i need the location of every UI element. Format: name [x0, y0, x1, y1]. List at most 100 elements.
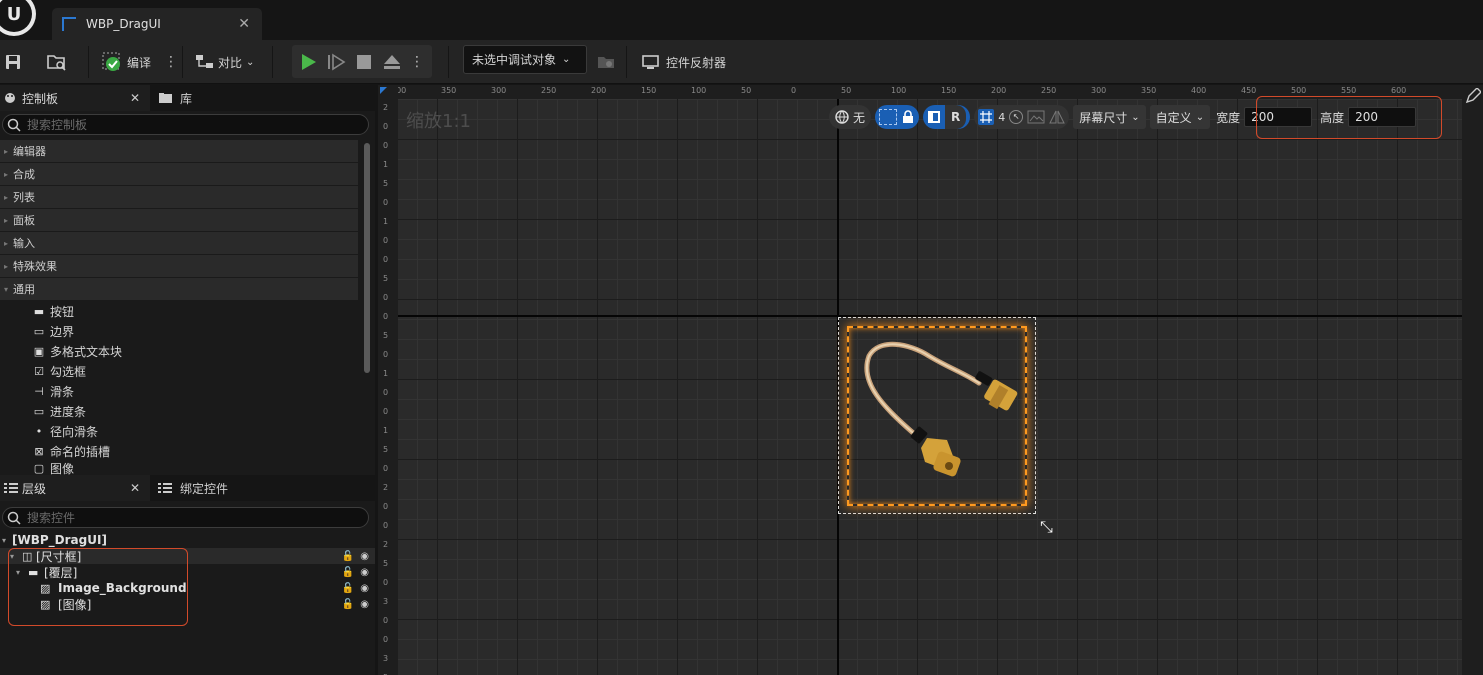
close-icon[interactable]: ✕ — [238, 16, 250, 32]
close-icon[interactable]: ✕ — [130, 481, 140, 495]
ruler-left-tick: 1 — [383, 426, 389, 435]
cursor-icon: ↖ — [1009, 110, 1024, 124]
ruler-corner — [378, 85, 398, 99]
rich-text-icon: ▣ — [33, 344, 45, 358]
palette-item-rich-text[interactable]: ▣ 多格式文本块 — [32, 341, 122, 361]
unreal-logo-icon[interactable]: U — [0, 0, 36, 36]
palette-item-slider[interactable]: ⊣ 滑条 — [32, 381, 74, 401]
category-common[interactable]: ▾ 通用 — [0, 278, 358, 300]
category-panel[interactable]: ▸ 面板 — [0, 209, 358, 231]
button-icon: ▬ — [33, 304, 45, 318]
zoom-label: 缩放1:1 — [406, 111, 471, 132]
asset-tab[interactable]: WBP_DragUI ✕ — [52, 8, 262, 40]
folder-icon — [598, 57, 614, 68]
browse-button[interactable] — [46, 40, 68, 84]
local-toggle[interactable]: R — [923, 105, 971, 129]
ruler-top-tick: 200 — [591, 86, 607, 95]
highlight-annotation-size — [1256, 96, 1442, 139]
widget-blueprint-icon — [62, 17, 76, 31]
checkbox-icon: ☑ — [34, 364, 44, 378]
highlight-annotation — [8, 548, 188, 626]
debug-browse-button[interactable] — [596, 40, 616, 84]
ruler-top-tick: 400 — [398, 86, 407, 95]
palette-search-placeholder: 搜索控制板 — [27, 118, 88, 132]
ruler-left-tick: 0 — [383, 312, 389, 321]
ruler-left-tick: 0 — [383, 198, 389, 207]
palette-item-radial-slider[interactable]: • 径向滑条 — [32, 421, 98, 441]
palette-search-input[interactable]: 搜索控制板 — [2, 114, 369, 135]
resize-handle-icon[interactable]: ⤡ — [1040, 517, 1053, 537]
palette-item-border[interactable]: ▭ 边界 — [32, 321, 74, 341]
chevron-down-icon: ⌄ — [1195, 111, 1205, 123]
world-toggle[interactable]: 无 — [829, 105, 872, 129]
palette-scrollbar[interactable] — [364, 143, 370, 373]
ruler-left-tick: 1 — [383, 369, 389, 378]
image-widget-selection[interactable] — [847, 326, 1027, 506]
palette-item-image[interactable]: ▢ 图像 — [32, 461, 74, 476]
category-list[interactable]: ▸ 列表 — [0, 186, 358, 208]
ruler-left-tick: 1 — [383, 217, 389, 226]
ruler-top-tick: 200 — [991, 86, 1007, 95]
fill-mode-dropdown[interactable]: 自定义 ⌄ — [1149, 105, 1211, 129]
compile-check-icon — [102, 52, 120, 71]
play-icon[interactable] — [298, 52, 318, 72]
ruler-left-tick: 0 — [383, 464, 389, 473]
outline-toggle[interactable] — [875, 105, 920, 129]
category-editor[interactable]: ▸ 编辑器 — [0, 140, 358, 162]
ruler-left-tick: 3 — [383, 654, 389, 663]
tab-palette[interactable]: 控制板 ✕ — [0, 85, 150, 111]
slider-icon: ⊣ — [34, 384, 44, 398]
lock-icon[interactable]: 🔓 — [342, 583, 354, 594]
chevron-right-icon: ▸ — [4, 169, 9, 179]
designer-viewport[interactable]: 4003503002502001501005005010015020025030… — [378, 85, 1462, 675]
category-composite[interactable]: ▸ 合成 — [0, 163, 358, 185]
widget-reflector-button[interactable]: 控件反射器 — [641, 40, 726, 84]
step-icon[interactable] — [326, 52, 346, 72]
eye-icon[interactable]: ◉ — [360, 567, 369, 578]
grid-snap-toggle[interactable]: 4 ↖ — [974, 105, 1070, 129]
hierarchy-search-input[interactable]: 搜索控件 — [2, 507, 369, 528]
ruler-top-tick: 350 — [1141, 86, 1157, 95]
lock-icon[interactable]: 🔓 — [342, 551, 354, 562]
chevron-down-icon: ⌄ — [562, 54, 571, 65]
tab-bind-widgets[interactable]: 绑定控件 — [150, 480, 228, 497]
play-options-button[interactable]: ⋮ — [410, 54, 424, 70]
asset-tab-label: WBP_DragUI — [86, 17, 161, 31]
tab-hierarchy[interactable]: 层级 ✕ — [0, 475, 150, 501]
ruler-top-tick: 100 — [891, 86, 907, 95]
lock-icon[interactable]: 🔓 — [342, 567, 354, 578]
lock-icon[interactable]: 🔓 — [342, 599, 354, 610]
ruler-left-tick: 0 — [383, 236, 389, 245]
chevron-down-icon: ⌄ — [246, 56, 255, 68]
eject-icon[interactable] — [382, 52, 402, 72]
border-icon: ▭ — [33, 324, 45, 338]
screen-size-dropdown[interactable]: 屏幕尺寸 ⌄ — [1073, 105, 1146, 129]
eye-icon[interactable]: ◉ — [360, 583, 369, 594]
pencil-icon[interactable] — [1465, 87, 1482, 104]
stop-icon[interactable] — [354, 52, 374, 72]
eye-icon[interactable]: ◉ — [360, 599, 369, 610]
ruler-left-tick: 2 — [383, 103, 389, 112]
category-special-effects[interactable]: ▸ 特殊效果 — [0, 255, 358, 277]
save-button[interactable] — [4, 40, 22, 84]
diff-button[interactable]: 对比 ⌄ — [194, 40, 254, 84]
compile-options-button[interactable]: ⋮ — [164, 40, 178, 84]
tree-root[interactable]: ▾ [WBP_DragUI] — [0, 532, 375, 548]
grid-snap-value: 4 — [998, 110, 1006, 124]
ruler-left-tick: 0 — [383, 388, 389, 397]
close-icon[interactable]: ✕ — [130, 91, 140, 105]
tab-library[interactable]: 库 — [150, 90, 192, 107]
debug-object-select[interactable]: 未选中调试对象 ⌄ — [463, 45, 587, 74]
palette-item-named-slot[interactable]: ⊠ 命名的插槽 — [32, 441, 110, 461]
palette-item-button[interactable]: ▬ 按钮 — [32, 301, 74, 321]
chevron-right-icon: ▸ — [4, 238, 9, 248]
eye-icon[interactable]: ◉ — [360, 551, 369, 562]
compile-button[interactable]: 编译 — [101, 40, 151, 84]
design-grid[interactable]: ⤡ — [398, 99, 1462, 675]
chevron-down-icon: ▾ — [2, 535, 7, 545]
category-input[interactable]: ▸ 输入 — [0, 232, 358, 254]
palette-item-progress-bar[interactable]: ▭ 进度条 — [32, 401, 86, 421]
palette-item-checkbox[interactable]: ☑ 勾选框 — [32, 361, 86, 381]
image-preview-icon — [1027, 110, 1045, 124]
folder-search-icon — [47, 55, 66, 71]
